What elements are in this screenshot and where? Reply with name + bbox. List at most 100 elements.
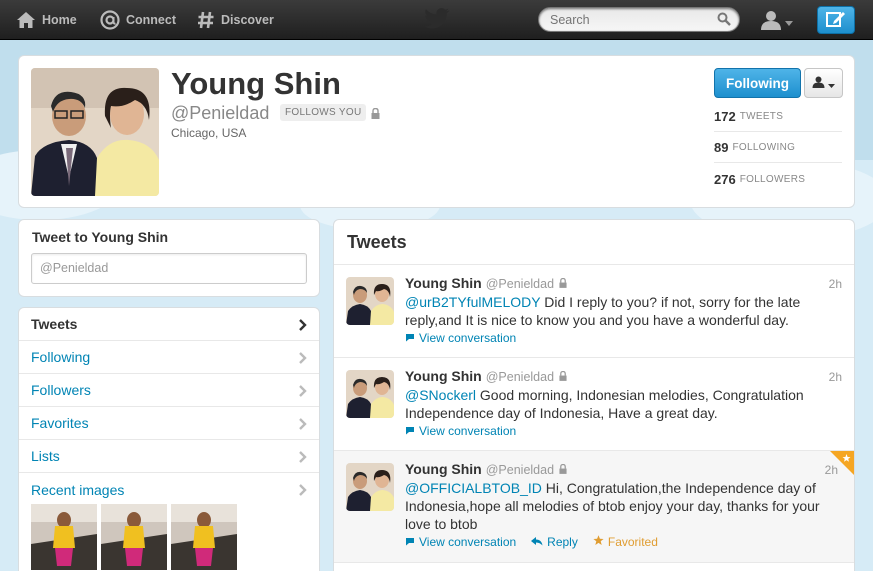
tweets-timeline: Tweets Young Shin @Penieldad 2h @urB2TYf… (333, 219, 855, 571)
menu-item-label: Recent images (31, 481, 125, 498)
chevron-right-icon (299, 318, 307, 334)
view-conversation-link[interactable]: View conversation (405, 424, 516, 438)
at-sign-icon (100, 10, 120, 30)
user-actions-dropdown[interactable] (804, 68, 843, 98)
tweet-mention-link[interactable]: @OFFICIALBTOB_ID (405, 480, 542, 496)
protected-lock-icon (559, 276, 567, 291)
tweet-author-handle[interactable]: @Penieldad (486, 370, 554, 384)
nav-discover[interactable]: Discover (197, 0, 274, 40)
chevron-down-icon (828, 76, 835, 91)
chevron-right-icon (299, 351, 307, 367)
view-conversation-label: View conversation (419, 424, 517, 438)
chevron-down-icon (785, 14, 793, 29)
tweet-timestamp[interactable]: 2h (825, 463, 838, 477)
menu-item-favorites[interactable]: Favorites (19, 407, 319, 440)
tweet-author-handle[interactable]: @Penieldad (486, 463, 554, 477)
nav-discover-label: Discover (221, 13, 274, 27)
tweets-heading: Tweets (347, 232, 407, 252)
menu-item-label: Followers (31, 382, 91, 398)
menu-item-recent-images[interactable]: Recent images (19, 473, 319, 506)
chevron-right-icon (299, 450, 307, 466)
tweet-item[interactable]: Young Shin @Penieldad 2h @SNockerl Good … (334, 357, 854, 450)
search-icon[interactable] (717, 12, 731, 29)
menu-item-followers[interactable]: Followers (19, 374, 319, 407)
protected-lock-icon (559, 369, 567, 384)
protected-lock-icon (371, 107, 380, 122)
reply-button[interactable]: Reply (531, 535, 578, 549)
recent-image-thumbnail[interactable] (31, 504, 97, 570)
tweet-timestamp[interactable]: 2h (829, 277, 842, 291)
menu-item-lists[interactable]: Lists (19, 440, 319, 473)
tweet-text: @urB2TYfulMELODY Did I reply to you? if … (405, 293, 845, 329)
nav-home[interactable]: Home (16, 0, 77, 40)
profile-navigation-menu: Tweets Following Followers Favorites Lis… (18, 307, 320, 571)
tweet-header: Young Shin @Penieldad (405, 368, 567, 384)
recent-image-thumbnail[interactable] (101, 504, 167, 570)
stat-following[interactable]: 89 FOLLOWING (714, 133, 842, 163)
tweet-avatar[interactable] (346, 370, 394, 418)
speech-bubble-icon (405, 424, 415, 438)
chevron-right-icon (299, 384, 307, 400)
profile-location: Chicago, USA (171, 126, 247, 140)
stat-followers[interactable]: 276 FOLLOWERS (714, 164, 842, 194)
tweet-to-input[interactable]: @Penieldad (31, 253, 307, 284)
tweet-text: @OFFICIALBTOB_ID Hi, Congratulation,the … (405, 479, 845, 533)
favorited-label: Favorited (607, 535, 658, 549)
menu-item-following[interactable]: Following (19, 341, 319, 374)
user-icon (760, 10, 782, 33)
profile-avatar[interactable] (31, 68, 159, 196)
view-conversation-label: View conversation (419, 331, 517, 345)
search-box[interactable] (538, 7, 740, 32)
recent-image-thumbnail[interactable] (171, 504, 237, 570)
nav-connect[interactable]: Connect (100, 0, 176, 40)
reply-arrow-icon (531, 535, 543, 549)
tweet-timestamp[interactable]: 2h (829, 370, 842, 384)
speech-bubble-icon (405, 331, 415, 345)
menu-item-label: Lists (31, 448, 60, 464)
stat-tweets-count: 172 (714, 109, 736, 124)
tweet-author-handle[interactable]: @Penieldad (486, 277, 554, 291)
tweet-to-title: Tweet to Young Shin (32, 229, 169, 245)
reply-label: Reply (547, 535, 578, 549)
stat-tweets[interactable]: 172 TWEETS (714, 102, 842, 132)
view-conversation-link[interactable]: View conversation (405, 331, 516, 345)
tweet-author-name[interactable]: Young Shin (405, 275, 482, 291)
tweet-mention-link[interactable]: @SNockerl (405, 387, 476, 403)
nav-home-label: Home (42, 13, 77, 27)
stat-tweets-label: TWEETS (739, 111, 784, 122)
profile-header-card: Young Shin @Penieldad FOLLOWS YOU Chicag… (18, 55, 855, 208)
favorited-button[interactable]: Favorited (593, 535, 658, 549)
account-menu[interactable] (760, 10, 793, 33)
tweet-text: @SNockerl Good morning, Indonesian melod… (405, 386, 845, 422)
tweet-to-module: Tweet to Young Shin @Penieldad (18, 219, 320, 297)
view-conversation-link[interactable]: View conversation (405, 535, 516, 549)
stat-followers-label: FOLLOWERS (739, 173, 806, 185)
menu-item-label: Favorites (31, 415, 89, 431)
search-input[interactable] (539, 8, 709, 31)
star-icon (593, 535, 604, 549)
menu-item-label: Following (31, 349, 91, 365)
compose-tweet-button[interactable] (817, 6, 855, 34)
stat-following-count: 89 (714, 140, 729, 155)
tweet-item[interactable]: Young Shin @Penieldad 2h @urB2TYfulMELOD… (334, 264, 854, 357)
compose-icon (826, 10, 846, 31)
tweet-actions: View conversation (405, 424, 516, 438)
tweet-author-name[interactable]: Young Shin (405, 461, 482, 477)
twitter-bird-icon[interactable] (424, 8, 450, 33)
chevron-right-icon (299, 417, 307, 433)
hashtag-icon (197, 10, 215, 30)
tweet-avatar[interactable] (346, 463, 394, 511)
recent-images-strip (31, 504, 237, 570)
user-icon (812, 76, 825, 91)
tweet-avatar[interactable] (346, 277, 394, 325)
tweet-item[interactable]: Young Shin @Penieldad 2h @OFFICIALBTOB_I… (334, 450, 854, 562)
tweet-actions: View conversation (405, 331, 516, 345)
tweet-mention-link[interactable]: @urB2TYfulMELODY (405, 294, 540, 310)
protected-lock-icon (559, 462, 567, 477)
tweet-item[interactable] (334, 562, 854, 571)
menu-item-tweets[interactable]: Tweets (19, 308, 319, 341)
following-button[interactable]: Following (714, 68, 801, 98)
tweet-header: Young Shin @Penieldad (405, 461, 567, 477)
tweet-author-name[interactable]: Young Shin (405, 368, 482, 384)
follows-you-badge: FOLLOWS YOU (280, 104, 367, 121)
